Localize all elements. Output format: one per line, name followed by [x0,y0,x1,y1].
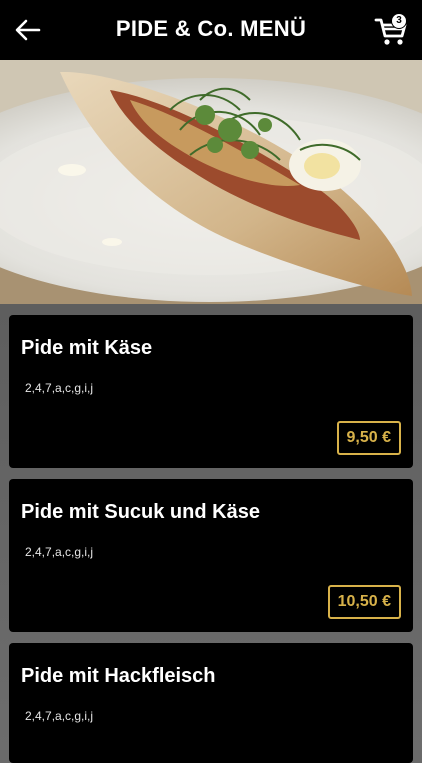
menu-item-allergens: 2,4,7,a,c,g,i,j [25,381,94,395]
hero-image [0,60,422,304]
menu-item-name: Pide mit Sucuk und Käse [21,501,260,523]
menu-item-card[interactable]: Pide mit Hackfleisch 2,4,7,a,c,g,i,j [9,643,413,763]
cart-count-badge: 3 [391,13,407,29]
menu-item-allergens: 2,4,7,a,c,g,i,j [25,545,94,559]
menu-list[interactable]: Pide mit Käse 2,4,7,a,c,g,i,j 9,50 € Pid… [0,304,422,763]
menu-item-allergens: 2,4,7,a,c,g,i,j [25,709,94,723]
price-button[interactable]: 9,50 € [336,421,401,455]
menu-item-card[interactable]: Pide mit Sucuk und Käse 2,4,7,a,c,g,i,j … [9,479,413,632]
menu-item-name: Pide mit Käse [21,337,153,359]
price-button[interactable]: 10,50 € [327,585,401,619]
menu-item-name: Pide mit Hackfleisch [21,665,216,687]
menu-item-card[interactable]: Pide mit Käse 2,4,7,a,c,g,i,j 9,50 € [9,315,413,468]
pide-photo-icon [0,60,422,304]
page-title: PIDE & Co. MENÜ [115,16,307,41]
top-bar: PIDE & Co. MENÜ 3 [0,0,422,60]
cart-button[interactable]: 3 [374,12,410,48]
